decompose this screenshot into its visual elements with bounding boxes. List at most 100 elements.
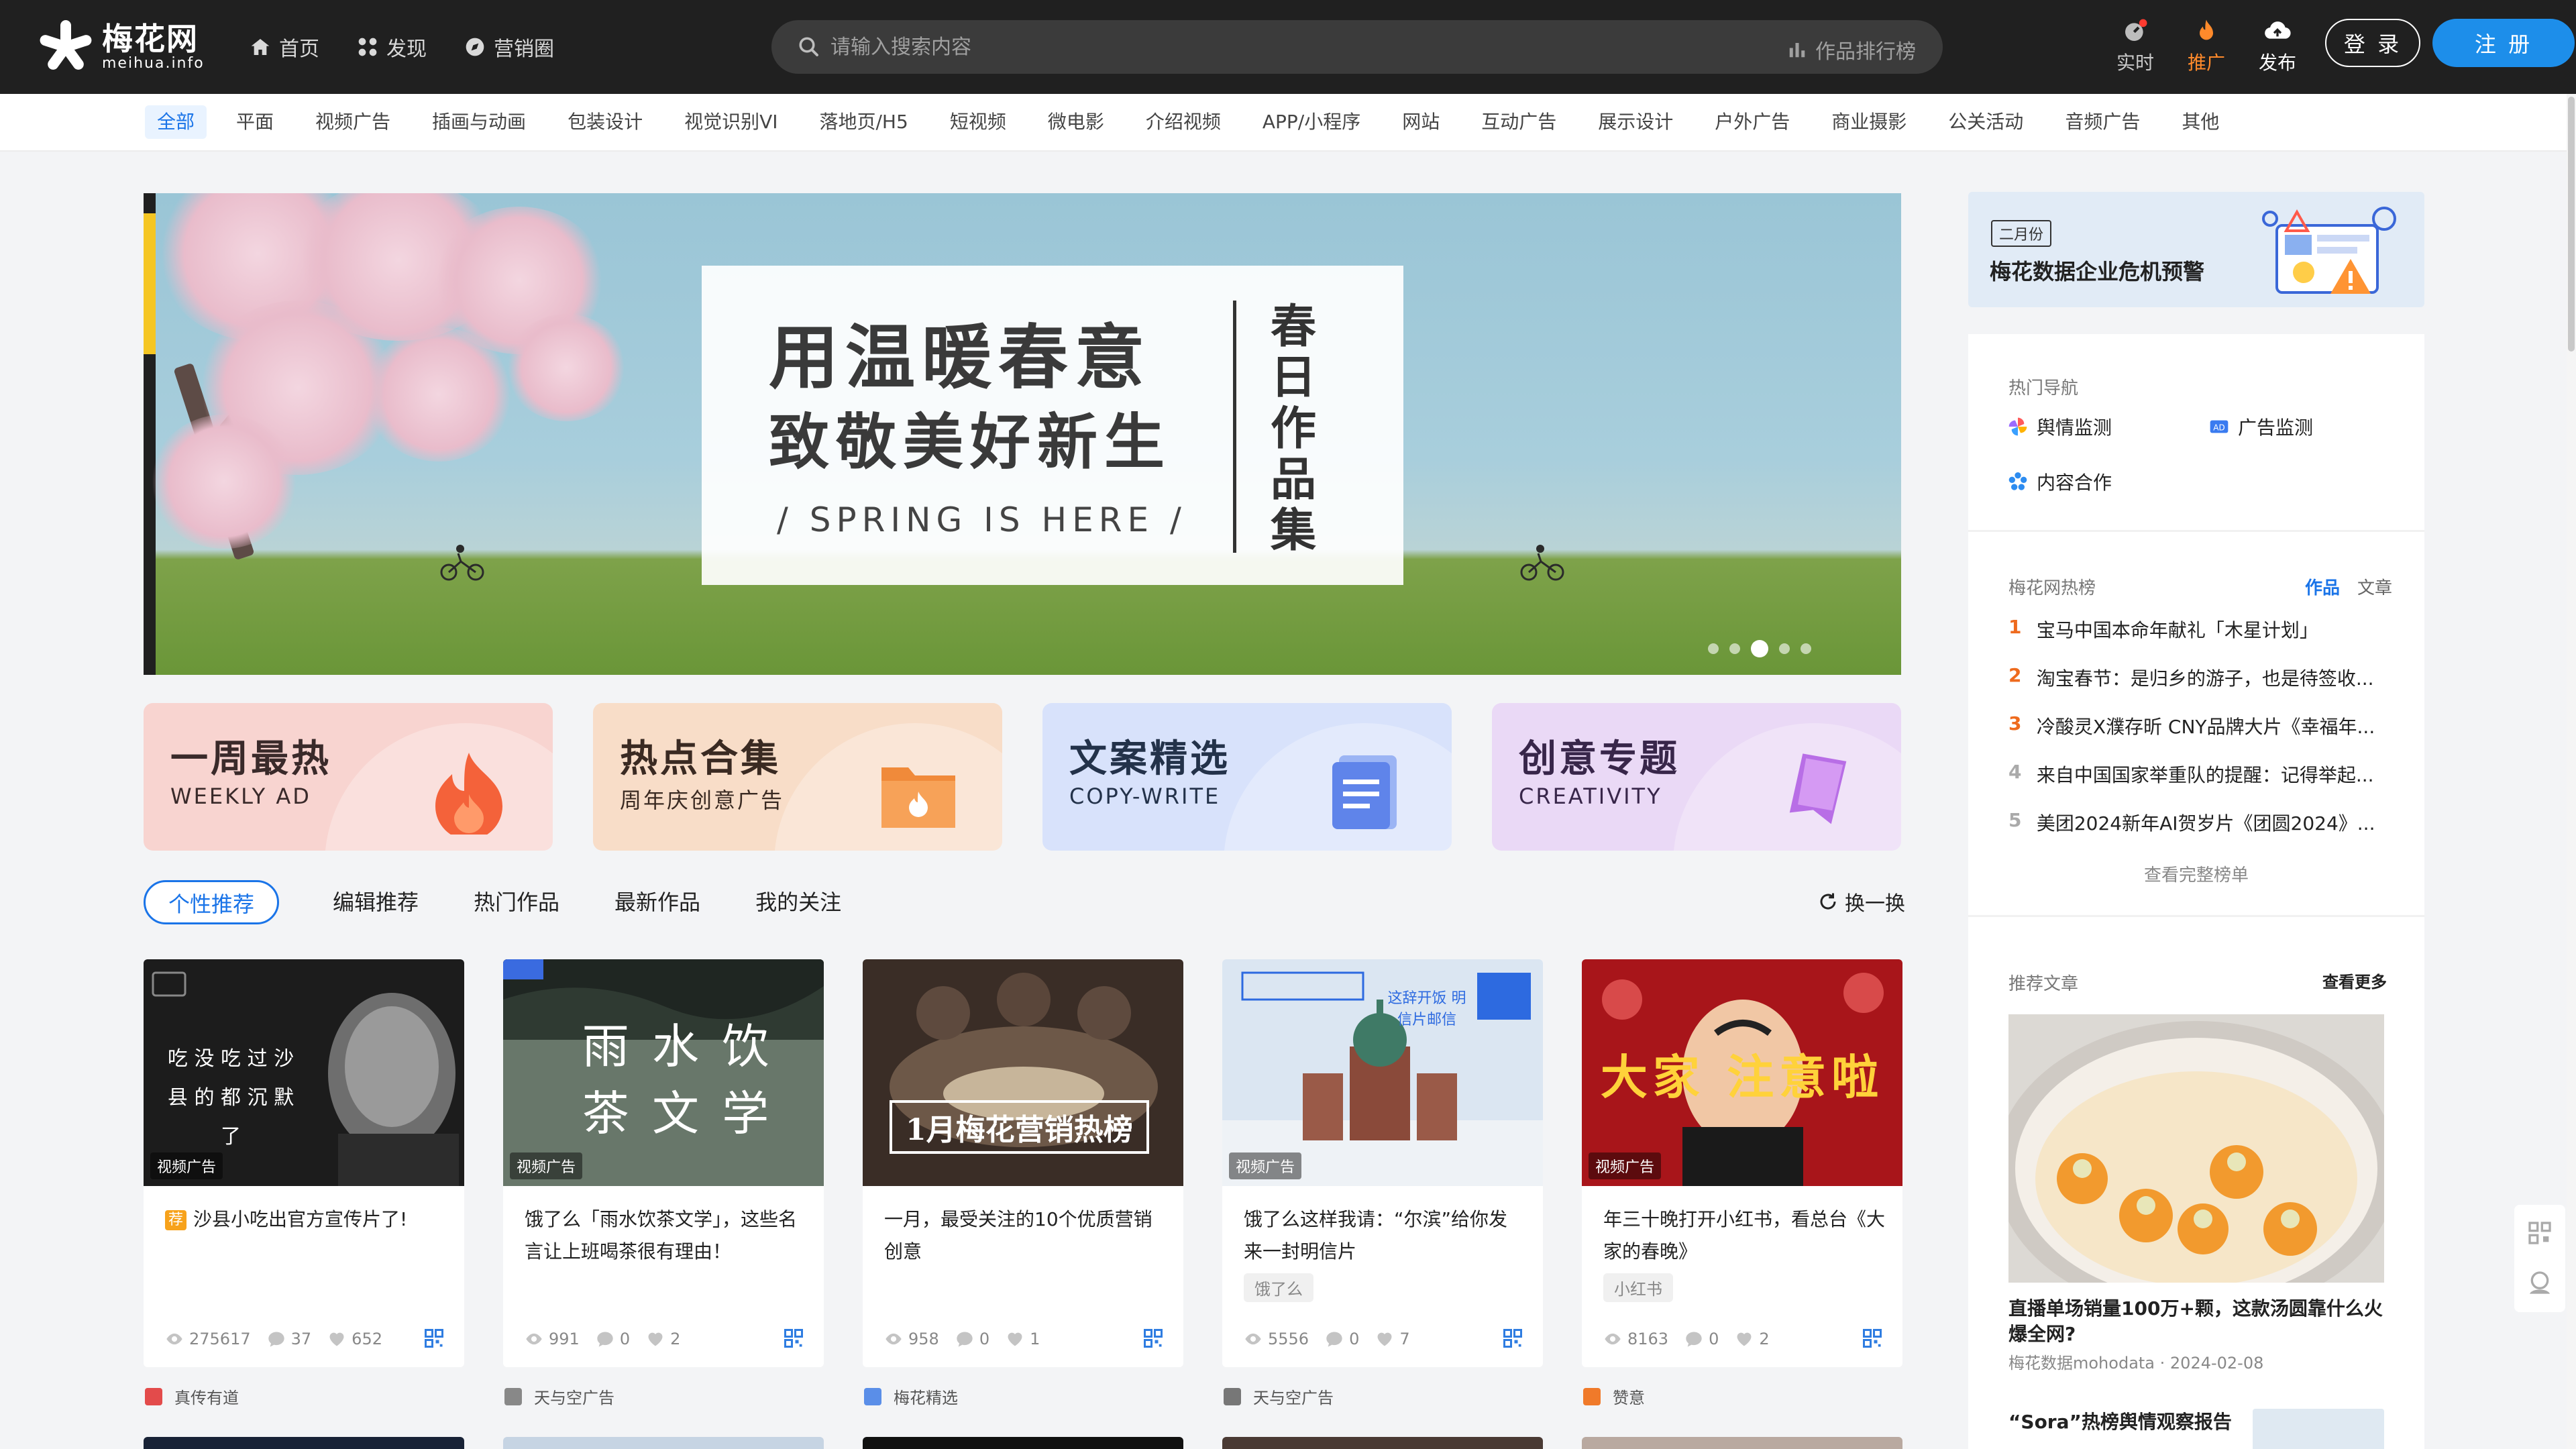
work-card[interactable]: 吃 没 吃 过 沙 县 的 都 沉 默 了视频广告荐沙县小吃出官方宣传片了! 27… xyxy=(144,959,464,1367)
hot-nav-sentiment[interactable]: 舆情监测 xyxy=(2007,413,2112,440)
carousel-dot[interactable] xyxy=(1751,640,1768,657)
category-item[interactable]: 视频广告 xyxy=(303,105,402,139)
work-author[interactable]: 赞意 xyxy=(1583,1385,1645,1408)
feed-tab[interactable]: 编辑推荐 xyxy=(333,880,419,924)
hot-nav-ad-monitor[interactable]: AD 广告监测 xyxy=(2208,413,2313,440)
carousel-dot[interactable] xyxy=(1708,643,1719,654)
article-title[interactable]: 直播单场销量100万+颗，这款汤圆靠什么火爆全网? xyxy=(2008,1296,2384,1347)
feed-tab[interactable]: 个性推荐 xyxy=(144,880,280,924)
promo-card[interactable]: 文案精选 COPY-WRITE xyxy=(1042,703,1452,851)
category-item[interactable]: 全部 xyxy=(145,105,207,139)
work-title[interactable]: 一月，最受关注的10个优质营销创意 xyxy=(884,1203,1166,1268)
qr-code-icon[interactable] xyxy=(1143,1328,1163,1348)
promo-title: 热点合集 xyxy=(620,737,781,781)
next-row-card-peek xyxy=(144,1437,464,1449)
qr-code-icon[interactable] xyxy=(1862,1328,1882,1348)
article-2-thumbnail[interactable] xyxy=(2253,1409,2384,1449)
work-thumbnail[interactable]: 大家 注意啦 视频广告 xyxy=(1582,959,1902,1186)
work-tag[interactable]: 饿了么 xyxy=(1244,1273,1313,1302)
scrollbar-thumb[interactable] xyxy=(2568,97,2575,352)
work-card[interactable]: 1月梅花营销热榜 一月，最受关注的10个优质营销创意 958 0 1 xyxy=(863,959,1183,1367)
work-tag[interactable]: 小红书 xyxy=(1603,1273,1673,1302)
carousel-dot[interactable] xyxy=(1801,643,1811,654)
refresh-button[interactable]: 换一换 xyxy=(1818,887,1905,916)
promo-card[interactable]: 热点合集 周年庆创意广告 xyxy=(593,703,1002,851)
carousel-dot[interactable] xyxy=(1729,643,1740,654)
work-thumbnail[interactable]: 这辞开饭 明信片邮信 视频广告 xyxy=(1222,959,1543,1186)
article-thumbnail[interactable] xyxy=(2008,1014,2384,1283)
hot-rank-number: 3 xyxy=(2008,712,2022,735)
hot-list-item[interactable]: 4 来自中国国家举重队的提醒：记得举起... xyxy=(2008,761,2384,788)
view-full-ranking-link[interactable]: 查看完整榜单 xyxy=(1968,861,2424,886)
hero-banner[interactable]: 用温暖春意 致敬美好新生 / SPRING IS HERE / 春日作品集 xyxy=(144,193,1901,675)
hot-nav-content-coop[interactable]: 内容合作 xyxy=(2007,468,2112,495)
hot-list-item[interactable]: 5 美团2024新年AI贺岁片《团圆2024》... xyxy=(2008,809,2384,836)
feed-tab[interactable]: 我的关注 xyxy=(755,880,841,924)
qr-code-icon[interactable] xyxy=(1503,1328,1523,1348)
category-item[interactable]: 视觉识别VI xyxy=(672,105,790,139)
hot-list-item[interactable]: 2 淘宝春节：是归乡的游子，也是待签收... xyxy=(2008,664,2384,691)
carousel-dot[interactable] xyxy=(1779,643,1790,654)
category-item[interactable]: 互动广告 xyxy=(1469,105,1568,139)
category-item[interactable]: 商业摄影 xyxy=(1819,105,1919,139)
category-item[interactable]: 落地页/H5 xyxy=(808,105,920,139)
work-title[interactable]: 年三十晚打开小红书，看总台《大家的春晚》 xyxy=(1603,1203,1885,1268)
work-thumbnail[interactable]: 雨 水 饮 茶 文 学视频广告 xyxy=(503,959,824,1186)
work-thumbnail[interactable]: 1月梅花营销热榜 xyxy=(863,959,1183,1186)
work-title[interactable]: 饿了么这样我请：“尔滨”给你发来一封明信片 xyxy=(1244,1203,1525,1268)
realtime-button[interactable]: 实时 xyxy=(2100,17,2171,75)
site-logo[interactable]: 梅花网 meihua.info xyxy=(38,20,205,74)
category-item[interactable]: 音频广告 xyxy=(2053,105,2152,139)
qr-code-icon[interactable] xyxy=(2526,1220,2553,1246)
category-item[interactable]: 插画与动画 xyxy=(420,105,538,139)
nav-home[interactable]: 首页 xyxy=(250,30,319,64)
work-author[interactable]: 天与空广告 xyxy=(504,1385,614,1408)
register-button[interactable]: 注 册 xyxy=(2432,19,2575,67)
customer-service-icon[interactable] xyxy=(2526,1269,2553,1296)
work-card[interactable]: 这辞开饭 明信片邮信 视频广告 饿了么这样我请：“尔滨”给你发来一封明信片 饿了么 55… xyxy=(1222,959,1543,1367)
hot-switch-works[interactable]: 作品 xyxy=(2305,574,2340,599)
hot-list-item[interactable]: 1 宝马中国本命年献礼「木星计划」 xyxy=(2008,616,2384,643)
login-button[interactable]: 登 录 xyxy=(2325,19,2420,67)
feed-tab[interactable]: 热门作品 xyxy=(474,880,559,924)
category-item[interactable]: 短视频 xyxy=(938,105,1018,139)
category-item[interactable]: 公关活动 xyxy=(1936,105,2035,139)
bar-chart-icon xyxy=(1789,43,1805,58)
qr-code-icon[interactable] xyxy=(424,1328,444,1348)
category-item[interactable]: 介绍视频 xyxy=(1134,105,1233,139)
hot-switch-articles[interactable]: 文章 xyxy=(2357,574,2392,599)
nav-discover[interactable]: 发现 xyxy=(357,30,427,64)
work-thumbnail[interactable]: 吃 没 吃 过 沙 县 的 都 沉 默 了视频广告 xyxy=(144,959,464,1186)
ranking-link[interactable]: 作品排行榜 xyxy=(1787,35,1916,64)
work-author[interactable]: 真传有道 xyxy=(145,1385,239,1408)
article-2-title[interactable]: “Sora”热榜舆情观察报告 xyxy=(2008,1407,2232,1434)
category-item[interactable]: 其他 xyxy=(2169,105,2231,139)
category-item[interactable]: 平面 xyxy=(224,105,286,139)
nav-marketing-circle[interactable]: 营销圈 xyxy=(464,30,554,64)
category-item[interactable]: 微电影 xyxy=(1036,105,1116,139)
like-count: 7 xyxy=(1399,1330,1410,1348)
category-item[interactable]: APP/小程序 xyxy=(1250,105,1373,139)
qr-code-icon[interactable] xyxy=(784,1328,804,1348)
work-card[interactable]: 雨 水 饮 茶 文 学视频广告饿了么「雨水饮茶文学」，这些名言让上班喝茶很有理由… xyxy=(503,959,824,1367)
view-more-link[interactable]: 查看更多 xyxy=(2322,969,2387,992)
category-item[interactable]: 展示设计 xyxy=(1586,105,1685,139)
search-input[interactable] xyxy=(830,31,1635,63)
work-title[interactable]: 饿了么「雨水饮茶文学」，这些名言让上班喝茶很有理由！ xyxy=(525,1203,806,1268)
promo-card[interactable]: 创意专题 CREATIVITY xyxy=(1492,703,1901,851)
sidebar-ad-banner[interactable]: 二月份 梅花数据企业危机预警 xyxy=(1968,192,2424,307)
category-item[interactable]: 户外广告 xyxy=(1703,105,1802,139)
publish-button[interactable]: 发布 xyxy=(2242,17,2313,75)
category-item[interactable]: 包装设计 xyxy=(555,105,655,139)
work-author[interactable]: 天与空广告 xyxy=(1224,1385,1334,1408)
work-title[interactable]: 荐沙县小吃出官方宣传片了! xyxy=(165,1203,447,1236)
search-icon[interactable] xyxy=(797,35,821,59)
work-type-badge: 视频广告 xyxy=(150,1152,223,1179)
category-item[interactable]: 网站 xyxy=(1390,105,1452,139)
promo-card[interactable]: 一周最热 WEEKLY AD xyxy=(144,703,553,851)
feed-tab[interactable]: 最新作品 xyxy=(614,880,700,924)
hot-list-item[interactable]: 3 冷酸灵X濮存昕 CNY品牌大片《幸福年... xyxy=(2008,712,2384,739)
work-card[interactable]: 大家 注意啦 视频广告 年三十晚打开小红书，看总台《大家的春晚》 小红书 8163 0 2 xyxy=(1582,959,1902,1367)
promote-button[interactable]: 推广 xyxy=(2171,17,2242,75)
work-author[interactable]: 梅花精选 xyxy=(864,1385,958,1408)
